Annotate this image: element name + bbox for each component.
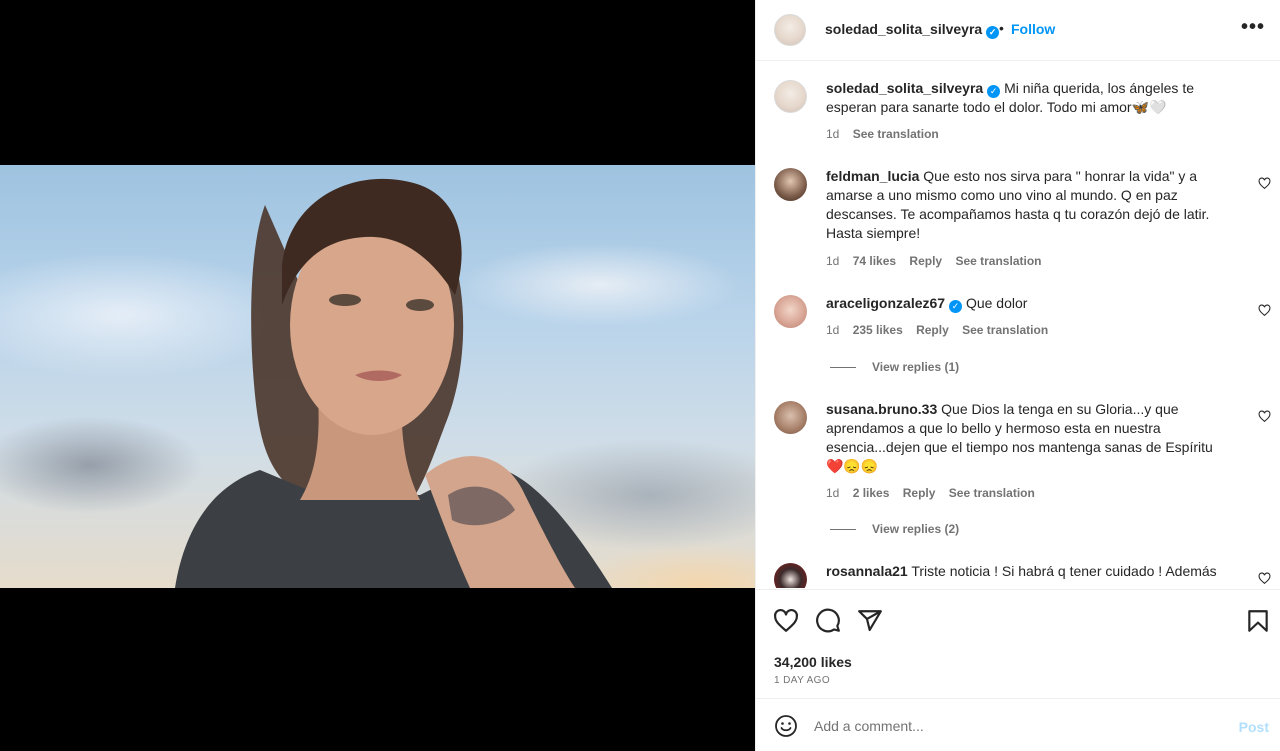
commenter-username[interactable]: feldman_lucia <box>826 168 919 184</box>
comment-like-heart-icon[interactable] <box>1258 410 1271 423</box>
comment-meta: 1d 74 likes Reply See translation <box>826 254 1051 268</box>
commenter-username[interactable]: rosannala21 <box>826 563 908 579</box>
more-options-icon[interactable]: ••• <box>1241 17 1265 37</box>
commenter-avatar[interactable] <box>774 168 807 201</box>
see-translation-link[interactable]: See translation <box>962 323 1048 337</box>
header-separator: • <box>999 20 1004 36</box>
post-likes-count[interactable]: 34,200 likes <box>774 654 852 670</box>
comment-like-heart-icon[interactable] <box>1258 177 1271 190</box>
commenter-avatar[interactable] <box>774 563 807 588</box>
view-replies-label[interactable]: View replies (2) <box>872 522 959 536</box>
comment-text: Triste noticia ! Si habrá q tener cuidad… <box>911 563 1217 579</box>
comment-likes-count[interactable]: 2 likes <box>853 486 890 500</box>
follow-button[interactable]: Follow <box>1011 21 1055 37</box>
emoji-icon[interactable] <box>774 714 798 738</box>
comments-list[interactable]: soledad_solita_silveyra ✓ Mi niña querida… <box>756 62 1280 588</box>
replies-divider <box>830 367 856 369</box>
caption-meta: 1d See translation <box>826 127 949 141</box>
add-comment-input[interactable] <box>814 714 1214 738</box>
see-translation-link[interactable]: See translation <box>853 127 939 141</box>
comment-like-heart-icon[interactable] <box>1258 572 1271 585</box>
verified-badge-icon: ✓ <box>987 85 1001 98</box>
author-avatar[interactable] <box>774 14 806 46</box>
caption-time: 1d <box>826 127 840 141</box>
comment-meta: 1d 235 likes Reply See translation <box>826 323 1058 337</box>
post-media-area <box>0 0 755 751</box>
view-replies-label[interactable]: View replies (1) <box>872 360 959 374</box>
caption-username[interactable]: soledad_solita_silveyra <box>826 80 983 96</box>
author-username[interactable]: soledad_solita_silveyra ✓ <box>825 21 1000 39</box>
post-header: soledad_solita_silveyra ✓ • Follow ••• <box>756 0 1280 61</box>
photo-illustration <box>175 178 612 588</box>
author-username-text[interactable]: soledad_solita_silveyra <box>825 21 982 37</box>
comment-likes-count[interactable]: 235 likes <box>853 323 903 337</box>
comment-likes-count[interactable]: 74 likes <box>853 254 896 268</box>
verified-badge-icon: ✓ <box>986 26 1000 39</box>
comment-text-block: rosannala21 Triste noticia ! Si habrá q … <box>826 562 1236 581</box>
reply-button[interactable]: Reply <box>909 254 942 268</box>
commenter-username[interactable]: susana.bruno.33 <box>826 401 937 417</box>
verified-badge-icon: ✓ <box>949 300 963 313</box>
post-photo[interactable] <box>0 165 755 588</box>
comment-text-block: feldman_lucia Que esto nos sirva para " … <box>826 167 1236 243</box>
see-translation-link[interactable]: See translation <box>955 254 1041 268</box>
commenter-avatar[interactable] <box>774 295 807 328</box>
caption-avatar[interactable] <box>774 80 807 113</box>
comment-icon[interactable] <box>815 608 841 634</box>
add-comment-bar: Post <box>756 700 1280 751</box>
comment-text-block: susana.bruno.33 Que Dios la tenga en su … <box>826 400 1236 476</box>
heart-icon[interactable] <box>773 608 799 634</box>
view-replies-button[interactable]: View replies (1) <box>830 360 959 374</box>
reply-button[interactable]: Reply <box>903 486 936 500</box>
comment-time: 1d <box>826 254 840 268</box>
commenter-username[interactable]: araceligonzalez67 <box>826 295 945 311</box>
comment-like-heart-icon[interactable] <box>1258 304 1271 317</box>
view-replies-button[interactable]: View replies (2) <box>830 522 959 536</box>
see-translation-link[interactable]: See translation <box>949 486 1035 500</box>
reply-button[interactable]: Reply <box>916 323 949 337</box>
comment-text: Que dolor <box>965 295 1028 311</box>
post-side-panel: soledad_solita_silveyra ✓ • Follow ••• so… <box>755 0 1280 751</box>
post-actions: 34,200 likes 1 DAY AGO <box>756 589 1280 699</box>
comment-text-block: araceligonzalez67 ✓ Que dolor <box>826 294 1236 313</box>
post-comment-button[interactable]: Post <box>1239 719 1269 735</box>
post-timestamp: 1 DAY AGO <box>774 675 831 686</box>
comment-emojis: ❤️😞😞 <box>826 458 879 474</box>
comment-meta: 1d 2 likes Reply See translation <box>826 486 1045 500</box>
comment-time: 1d <box>826 486 840 500</box>
bookmark-icon[interactable] <box>1245 608 1271 634</box>
caption-text-block: soledad_solita_silveyra ✓ Mi niña querida… <box>826 79 1236 117</box>
post-modal: soledad_solita_silveyra ✓ • Follow ••• so… <box>0 0 1280 751</box>
share-icon[interactable] <box>857 608 883 634</box>
commenter-avatar[interactable] <box>774 401 807 434</box>
replies-divider <box>830 529 856 531</box>
comment-time: 1d <box>826 323 840 337</box>
